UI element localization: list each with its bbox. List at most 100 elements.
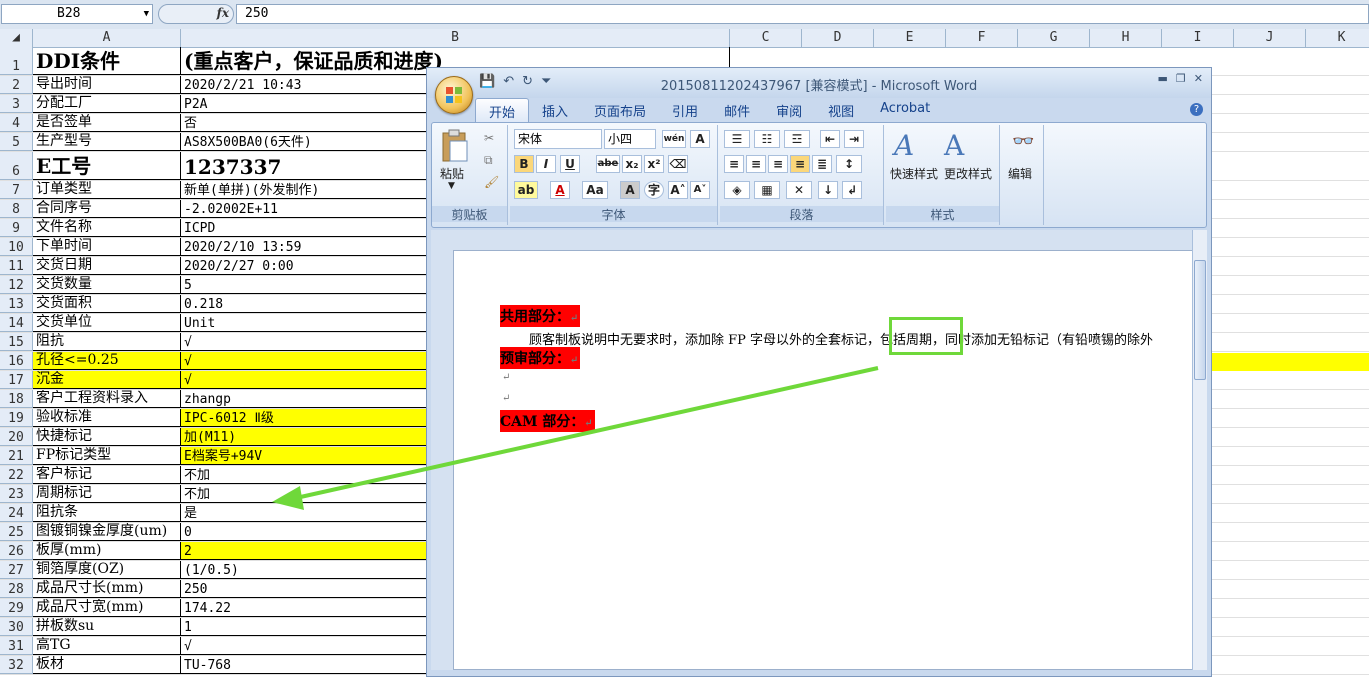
tab-review[interactable]: 审阅 bbox=[763, 98, 815, 122]
italic-button[interactable]: I bbox=[536, 155, 556, 173]
cell-a[interactable]: 阻抗 bbox=[33, 333, 181, 351]
decrease-indent-icon[interactable]: ⇤ bbox=[820, 130, 840, 148]
copy-icon[interactable]: ⧉ bbox=[484, 153, 493, 168]
cell-a[interactable]: 分配工厂 bbox=[33, 95, 181, 113]
row-header[interactable]: 7 bbox=[0, 181, 33, 199]
format-painter-icon[interactable]: 🖌 bbox=[484, 175, 499, 189]
tab-view[interactable]: 视图 bbox=[815, 98, 867, 122]
redo-icon[interactable]: ↻ bbox=[522, 74, 533, 92]
cell-a[interactable]: 交货单位 bbox=[33, 314, 181, 332]
tab-references[interactable]: 引用 bbox=[659, 98, 711, 122]
bold-button[interactable]: B bbox=[514, 155, 534, 173]
help-icon[interactable]: ? bbox=[1190, 103, 1203, 116]
line-spacing-icon[interactable]: ↕ bbox=[836, 155, 862, 173]
column-header[interactable]: G bbox=[1018, 29, 1090, 47]
row-header[interactable]: 31 bbox=[0, 637, 33, 655]
row-header[interactable]: 26 bbox=[0, 542, 33, 560]
highlight-icon[interactable]: ab bbox=[514, 181, 538, 199]
row-header[interactable]: 18 bbox=[0, 390, 33, 408]
column-header[interactable]: B bbox=[181, 29, 730, 47]
bullets-icon[interactable]: ☰ bbox=[724, 130, 750, 148]
select-all-corner[interactable]: ◢ bbox=[0, 29, 33, 47]
column-header[interactable]: A bbox=[33, 29, 181, 47]
cell-a[interactable]: 孔径<=0.25 bbox=[33, 352, 181, 370]
shrink-font-button[interactable]: A˅ bbox=[690, 181, 710, 199]
cell-a[interactable]: 快捷标记 bbox=[33, 428, 181, 446]
character-border-icon[interactable]: A bbox=[690, 130, 710, 148]
row-header[interactable]: 29 bbox=[0, 599, 33, 617]
row-header[interactable]: 28 bbox=[0, 580, 33, 598]
row-header[interactable]: 13 bbox=[0, 295, 33, 313]
row-header[interactable]: 32 bbox=[0, 656, 33, 674]
enclose-characters-icon[interactable]: 字 bbox=[644, 181, 664, 199]
office-button[interactable] bbox=[435, 76, 473, 114]
cell-a[interactable]: 导出时间 bbox=[33, 76, 181, 94]
paste-button[interactable]: 粘贴 bbox=[440, 165, 464, 182]
cell-a[interactable]: FP标记类型 bbox=[33, 447, 181, 465]
cell-a[interactable]: 板材 bbox=[33, 656, 181, 674]
tab-home[interactable]: 开始 bbox=[475, 98, 530, 123]
row-header[interactable]: 25 bbox=[0, 523, 33, 541]
cell-a[interactable]: 客户标记 bbox=[33, 466, 181, 484]
change-styles-button[interactable]: 更改样式 bbox=[944, 165, 992, 182]
grow-font-button[interactable]: A˄ bbox=[668, 181, 688, 199]
row-header[interactable]: 3 bbox=[0, 95, 33, 113]
change-styles-icon[interactable]: A bbox=[944, 129, 964, 162]
cell-a[interactable]: 交货日期 bbox=[33, 257, 181, 275]
cell-a[interactable]: DDI条件 bbox=[33, 47, 181, 75]
row-header[interactable]: 9 bbox=[0, 219, 33, 237]
cell-a[interactable]: 订单类型 bbox=[33, 181, 181, 199]
row-header[interactable]: 8 bbox=[0, 200, 33, 218]
name-box[interactable]: B28 ▼ bbox=[1, 4, 153, 24]
restore-icon[interactable]: ❐ bbox=[1176, 72, 1186, 85]
font-name-select[interactable]: 宋体 bbox=[514, 129, 602, 149]
column-header[interactable]: C bbox=[730, 29, 802, 47]
row-header[interactable]: 10 bbox=[0, 238, 33, 256]
row-header[interactable]: 17 bbox=[0, 371, 33, 389]
justify-icon[interactable]: ≡ bbox=[790, 155, 810, 173]
quick-styles-icon[interactable]: A bbox=[894, 129, 914, 162]
shading-icon[interactable]: ◈ bbox=[724, 181, 750, 199]
save-icon[interactable]: 💾 bbox=[479, 74, 495, 92]
cell-a[interactable]: 成品尺寸宽(mm) bbox=[33, 599, 181, 617]
cell-a[interactable]: 沉金 bbox=[33, 371, 181, 389]
cell-a[interactable]: E工号 bbox=[33, 152, 181, 180]
row-header[interactable]: 30 bbox=[0, 618, 33, 636]
column-header[interactable]: H bbox=[1090, 29, 1162, 47]
numbering-icon[interactable]: ☷ bbox=[754, 130, 780, 148]
cell-a[interactable]: 拼板数su bbox=[33, 618, 181, 636]
clear-format-icon[interactable]: ⌫ bbox=[668, 155, 688, 173]
cell-a[interactable]: 合同序号 bbox=[33, 200, 181, 218]
phonetic-guide-button[interactable]: wén bbox=[662, 130, 686, 148]
increase-indent-icon[interactable]: ⇥ bbox=[844, 130, 864, 148]
sort-icon[interactable]: ↓ bbox=[818, 181, 838, 199]
column-header[interactable]: E bbox=[874, 29, 946, 47]
character-shading-icon[interactable]: A bbox=[620, 181, 640, 199]
row-header[interactable]: 14 bbox=[0, 314, 33, 332]
cell-a[interactable]: 交货数量 bbox=[33, 276, 181, 294]
cell-a[interactable]: 是否签单 bbox=[33, 114, 181, 132]
font-color-button[interactable]: A bbox=[550, 181, 570, 199]
column-header[interactable]: I bbox=[1162, 29, 1234, 47]
column-header[interactable]: D bbox=[802, 29, 874, 47]
row-header[interactable]: 19 bbox=[0, 409, 33, 427]
cell-a[interactable]: 生产型号 bbox=[33, 133, 181, 151]
tab-mailings[interactable]: 邮件 bbox=[711, 98, 763, 122]
show-marks-icon[interactable]: ↲ bbox=[842, 181, 862, 199]
quick-styles-button[interactable]: 快速样式 bbox=[890, 165, 938, 182]
borders-icon[interactable]: ▦ bbox=[754, 181, 780, 199]
subscript-button[interactable]: x₂ bbox=[622, 155, 642, 173]
multilevel-list-icon[interactable]: ☲ bbox=[784, 130, 810, 148]
cell-a[interactable]: 客户工程资料录入 bbox=[33, 390, 181, 408]
close-icon[interactable]: ✕ bbox=[1194, 72, 1203, 85]
row-header[interactable]: 20 bbox=[0, 428, 33, 446]
formula-input[interactable]: 250 bbox=[236, 4, 1369, 24]
row-header[interactable]: 16 bbox=[0, 352, 33, 370]
row-header[interactable]: 4 bbox=[0, 114, 33, 132]
row-header[interactable]: 5 bbox=[0, 133, 33, 151]
strikethrough-button[interactable]: abe bbox=[596, 155, 620, 173]
paste-dropdown-icon[interactable]: ▼ bbox=[448, 181, 455, 191]
customize-toolbar-icon[interactable]: ⏷ bbox=[541, 74, 551, 92]
align-center-icon[interactable]: ≡ bbox=[746, 155, 766, 173]
distributed-icon[interactable]: ≣ bbox=[812, 155, 832, 173]
